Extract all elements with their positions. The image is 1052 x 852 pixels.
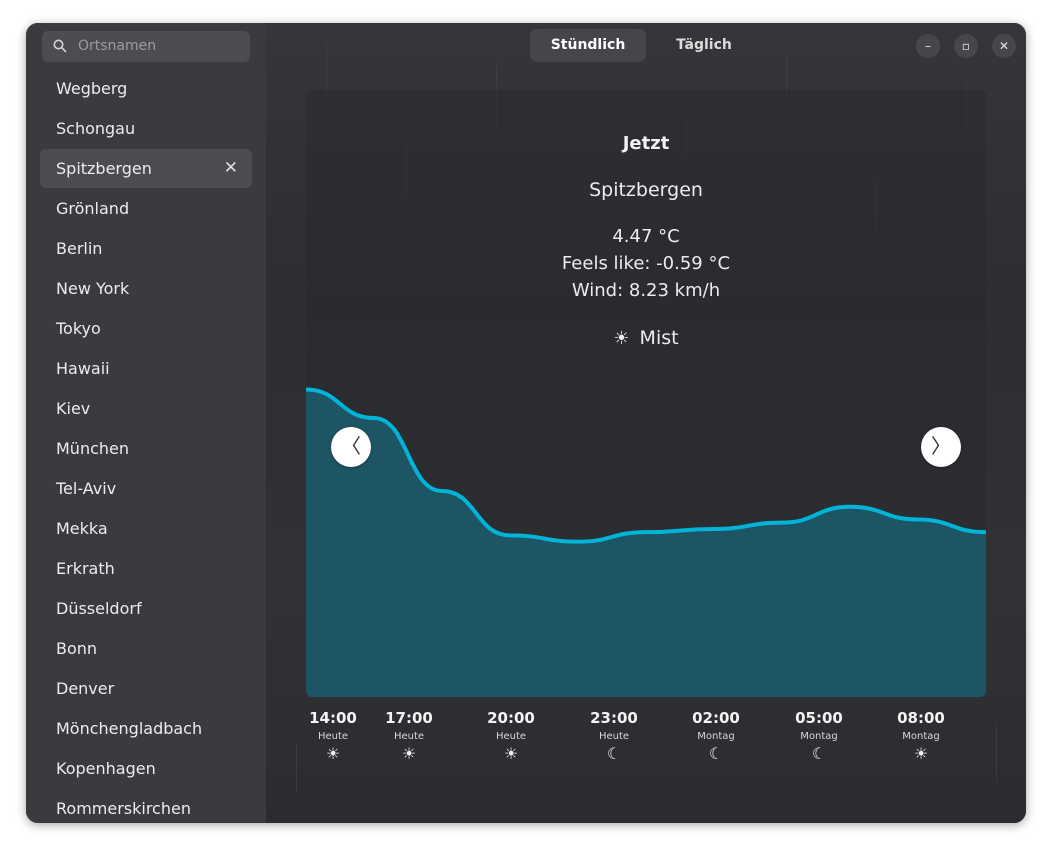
city-item-rommerskirchen[interactable]: Rommerskirchen [40,789,252,823]
city-label: Grönland [56,199,130,218]
minimize-button[interactable]: – [916,34,940,58]
tab-daily[interactable]: Täglich [646,29,762,62]
forecast-panel: Jetzt Spitzbergen 4.47 °C Feels like: -0… [306,90,986,697]
city-item-muenchen[interactable]: München [40,429,252,468]
search-input[interactable]: Ortsnamen [78,38,156,54]
city-item-duesseldorf[interactable]: Düsseldorf [40,589,252,628]
city-label: Erkrath [56,559,115,578]
rain-streak [996,723,997,783]
city-item-spitzbergen[interactable]: Spitzbergen ✕ [40,149,252,188]
city-label: Rommerskirchen [56,799,191,818]
prev-button[interactable]: 〈 [331,427,371,467]
city-label: Mönchengladbach [56,719,203,738]
main-area: Stündlich Täglich – ▫ ✕ Jetzt Spitzberge… [266,23,1026,823]
slot-day: Heute [495,731,527,742]
next-button[interactable]: 〉 [921,427,961,467]
hourly-slot: 17:00 Heute ☀ [369,709,449,763]
city-label: Hawaii [56,359,110,378]
city-label: Bonn [56,639,98,658]
city-list: Wegberg Schongau Spitzbergen ✕ Grönland … [40,69,252,823]
city-label: New York [56,279,130,298]
city-item-wegberg[interactable]: Wegberg [40,69,252,108]
slot-time: 14:00 [309,709,357,727]
close-button[interactable]: ✕ [992,34,1016,58]
search-field[interactable]: Ortsnamen [42,31,250,62]
city-item-denver[interactable]: Denver [40,669,252,708]
city-label: Mekka [56,519,108,538]
slot-time: 05:00 [795,709,843,727]
slot-time: 23:00 [590,709,638,727]
hourly-slot: 08:00 Montag ☀ [881,709,961,763]
city-label: Wegberg [56,79,128,98]
hourly-slot: 23:00 Heute ☾ [574,709,654,763]
app-window: Ortsnamen Wegberg Schongau Spitzbergen ✕… [26,23,1026,823]
search-icon [53,39,67,53]
cloud-moon-icon: ☾ [606,744,622,763]
hourly-slot: 05:00 Montag ☾ [779,709,859,763]
cloud-moon-icon: ☾ [708,744,724,763]
slot-day: Montag [800,731,838,742]
cloud-moon-icon: ☾ [811,744,827,763]
slot-time: 08:00 [897,709,945,727]
city-item-tokyo[interactable]: Tokyo [40,309,252,348]
city-label: Spitzbergen [56,159,152,178]
city-item-erkrath[interactable]: Erkrath [40,549,252,588]
city-item-new-york[interactable]: New York [40,269,252,308]
cloud-sun-icon: ☀ [503,744,519,763]
cloud-sun-icon: ☀ [913,744,929,763]
slot-day: Heute [393,731,425,742]
cloud-sun-icon: ☀ [401,744,417,763]
maximize-button[interactable]: ▫ [954,34,978,58]
city-item-mekka[interactable]: Mekka [40,509,252,548]
hourly-slot: 14:00 Heute ☀ [293,709,373,763]
slot-day: Heute [598,731,630,742]
slot-time: 02:00 [692,709,740,727]
slot-day: Heute [317,731,349,742]
city-item-kiev[interactable]: Kiev [40,389,252,428]
city-item-schongau[interactable]: Schongau [40,109,252,148]
hourly-slot: 20:00 Heute ☀ [471,709,551,763]
chart-area [306,389,986,697]
city-label: Berlin [56,239,103,258]
city-label: Düsseldorf [56,599,142,618]
remove-city-icon[interactable]: ✕ [224,158,238,178]
city-item-bonn[interactable]: Bonn [40,629,252,668]
cloud-sun-icon: ☀ [325,744,341,763]
slot-time: 20:00 [487,709,535,727]
city-label: Tokyo [56,319,101,338]
city-item-moenchengladbach[interactable]: Mönchengladbach [40,709,252,748]
slot-time: 17:00 [385,709,433,727]
city-label: Tel-Aviv [56,479,117,498]
hourly-slot: 02:00 Montag ☾ [676,709,756,763]
temperature-chart [306,387,986,697]
city-label: Denver [56,679,115,698]
city-label: Kiev [56,399,91,418]
city-item-groenland[interactable]: Grönland [40,189,252,228]
tab-hourly[interactable]: Stündlich [530,29,646,62]
city-label: München [56,439,130,458]
city-label: Kopenhagen [56,759,156,778]
sidebar: Ortsnamen Wegberg Schongau Spitzbergen ✕… [26,23,266,823]
city-item-berlin[interactable]: Berlin [40,229,252,268]
city-item-hawaii[interactable]: Hawaii [40,349,252,388]
slot-day: Montag [902,731,940,742]
city-label: Schongau [56,119,136,138]
slot-day: Montag [697,731,735,742]
city-item-tel-aviv[interactable]: Tel-Aviv [40,469,252,508]
city-item-kopenhagen[interactable]: Kopenhagen [40,749,252,788]
